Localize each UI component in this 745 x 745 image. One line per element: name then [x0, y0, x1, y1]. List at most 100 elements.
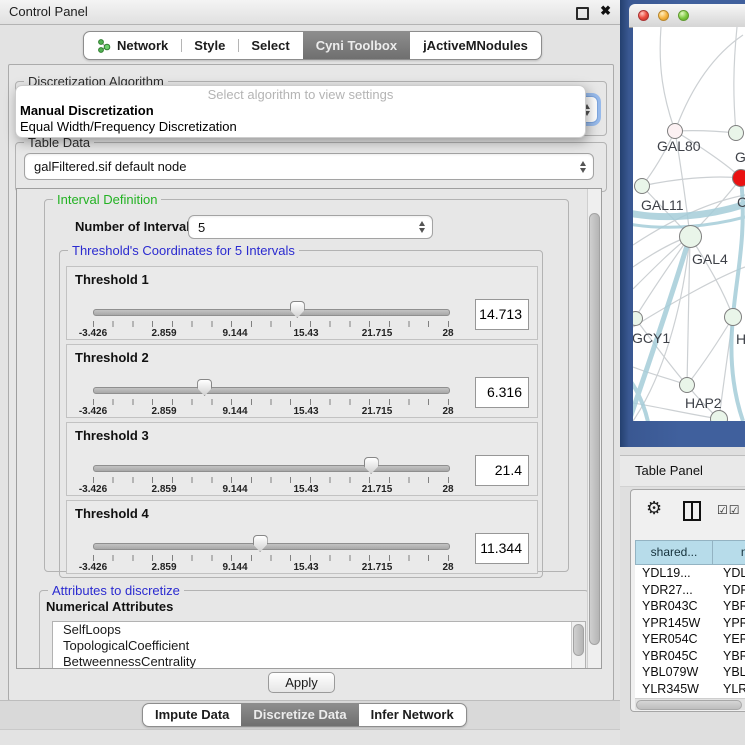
scale-tick-label: 9.144: [222, 328, 247, 339]
attribute-list-item[interactable]: BetweennessCentrality: [53, 654, 585, 669]
table-cell[interactable]: YDL19...: [635, 565, 713, 582]
mac-close-button[interactable]: [638, 10, 649, 21]
tab-cyni-toolbox[interactable]: Cyni Toolbox: [303, 32, 410, 59]
table-cell[interactable]: YLR345W: [635, 681, 713, 698]
threshold-slider-track[interactable]: [93, 387, 450, 394]
attributes-scrollbar[interactable]: [571, 622, 585, 668]
cyni-bottom-tabs: Impute Data Discretize Data Infer Networ…: [142, 703, 467, 727]
tab-style[interactable]: Style: [181, 32, 238, 59]
control-panel: Control Panel ✖ Network Style Select: [0, 0, 620, 745]
table-cell[interactable]: YBR043C: [635, 598, 713, 615]
network-node[interactable]: [634, 178, 650, 194]
table-cell[interactable]: YBL0: [713, 664, 745, 681]
table-cell[interactable]: YPR145W: [635, 615, 713, 632]
tab-jactivemnodules[interactable]: jActiveMNodules: [410, 32, 541, 59]
table-cell[interactable]: YBR0: [713, 648, 745, 665]
number-of-intervals-combobox[interactable]: 5: [188, 215, 433, 239]
network-node[interactable]: [633, 311, 643, 326]
split-columns-icon[interactable]: [683, 501, 701, 521]
threshold-panel: Threshold 4 -3.4262.8599.14415.4321.7152…: [66, 500, 538, 574]
network-canvas[interactable]: GAL80GACGAL11GAL4GCY1HHAP2: [633, 27, 745, 421]
close-icon[interactable]: ✖: [600, 3, 611, 19]
table-cell[interactable]: YBL079W: [635, 664, 713, 681]
table-row[interactable]: YBR043CYBR0: [635, 598, 745, 615]
mac-minimize-button[interactable]: [658, 10, 669, 21]
algorithm-option-manual[interactable]: Manual Discretization: [16, 103, 585, 119]
network-node[interactable]: [667, 123, 683, 139]
network-node-label: HAP2: [685, 395, 722, 411]
column-header-name[interactable]: na: [713, 540, 745, 565]
apply-button[interactable]: Apply: [268, 672, 335, 693]
scale-tick-label: 28: [442, 562, 453, 573]
control-panel-title: Control Panel: [9, 4, 88, 19]
numerical-attributes-list[interactable]: SelfLoopsTopologicalCoefficientBetweenne…: [52, 621, 586, 669]
tab-select[interactable]: Select: [238, 32, 302, 59]
tab-discretize-data[interactable]: Discretize Data: [241, 704, 358, 726]
table-data-group: Table Data galFiltered.sif default node: [15, 142, 607, 192]
threshold-value-field[interactable]: 21.4: [475, 455, 529, 486]
table-cell[interactable]: YER0: [713, 631, 745, 648]
threshold-value-field[interactable]: 6.316: [475, 377, 529, 408]
tab-infer-network[interactable]: Infer Network: [359, 704, 466, 726]
table-horizontal-scrollbar-thumb[interactable]: [636, 700, 742, 710]
threshold-value-field[interactable]: 11.344: [475, 533, 529, 564]
scale-tick-label: 9.144: [222, 484, 247, 495]
table-cell[interactable]: YDL1: [713, 565, 745, 582]
tab-select-label: Select: [251, 32, 289, 59]
settings-scrollbar[interactable]: [587, 189, 601, 668]
cyni-toolbox-panel: Discretization Algorithm Select algorith…: [8, 64, 614, 701]
attributes-scrollbar-thumb[interactable]: [573, 624, 584, 656]
column-header-shared-name[interactable]: shared...: [635, 540, 713, 565]
table-rows: YDL19...YDL1YDR27...YDR2YBR043CYBR0YPR14…: [635, 565, 745, 699]
table-row[interactable]: YDR27...YDR2: [635, 582, 745, 599]
threshold-slider-track[interactable]: [93, 543, 450, 550]
network-node[interactable]: [732, 169, 745, 187]
scale-tick-label: 2.859: [151, 406, 176, 417]
table-data-combobox-value: galFiltered.sif default node: [34, 154, 186, 179]
scale-tick-label: 21.715: [362, 406, 393, 417]
network-node[interactable]: [724, 308, 742, 326]
select-columns-icon[interactable]: ☑☑: [717, 503, 741, 517]
table-row[interactable]: YBL079WYBL0: [635, 664, 745, 681]
table-row[interactable]: YLR345WYLR3: [635, 681, 745, 698]
scale-tick-label: -3.426: [79, 328, 107, 339]
gear-icon[interactable]: ⚙: [646, 498, 662, 519]
threshold-slider-track[interactable]: [93, 465, 450, 472]
tab-network[interactable]: Network: [84, 32, 181, 59]
table-row[interactable]: YBR045CYBR0: [635, 648, 745, 665]
control-panel-titlebar: Control Panel ✖: [0, 0, 620, 25]
attribute-list-item[interactable]: SelfLoops: [53, 622, 585, 638]
settings-scrollbar-thumb[interactable]: [589, 213, 600, 645]
network-node[interactable]: [679, 377, 695, 393]
table-cell[interactable]: YBR045C: [635, 648, 713, 665]
network-node[interactable]: [710, 410, 728, 421]
table-row[interactable]: YPR145WYPR1: [635, 615, 745, 632]
network-window-titlebar: [629, 4, 745, 28]
network-node[interactable]: [679, 225, 702, 248]
scale-tick-label: 9.144: [222, 406, 247, 417]
scale-tick-label: 9.144: [222, 562, 247, 573]
table-cell[interactable]: YLR3: [713, 681, 745, 698]
table-row[interactable]: YDL19...YDL1: [635, 565, 745, 582]
tab-impute-data[interactable]: Impute Data: [143, 704, 241, 726]
float-window-icon[interactable]: [576, 7, 589, 20]
algorithm-option-equal-width[interactable]: Equal Width/Frequency Discretization: [16, 119, 585, 135]
mac-zoom-button[interactable]: [678, 10, 689, 21]
table-horizontal-scrollbar[interactable]: [635, 698, 745, 710]
scale-tick-label: 2.859: [151, 328, 176, 339]
table-row[interactable]: YER054CYER0: [635, 631, 745, 648]
network-node-label: H: [736, 331, 745, 347]
table-data-combobox[interactable]: galFiltered.sif default node: [24, 153, 594, 180]
table-cell[interactable]: YBR0: [713, 598, 745, 615]
table-cell[interactable]: YPR1: [713, 615, 745, 632]
tab-cyni-toolbox-label: Cyni Toolbox: [316, 32, 397, 59]
table-cell[interactable]: YER054C: [635, 631, 713, 648]
table-cell[interactable]: YDR27...: [635, 582, 713, 599]
attribute-list-item[interactable]: TopologicalCoefficient: [53, 638, 585, 654]
interval-definition-group: Interval Definition Number of Intervals …: [44, 199, 569, 572]
table-cell[interactable]: YDR2: [713, 582, 745, 599]
threshold-slider-track[interactable]: [93, 309, 450, 316]
control-panel-tabs: Network Style Select Cyni Toolbox jActiv…: [83, 31, 542, 60]
network-node[interactable]: [728, 125, 744, 141]
threshold-value-field[interactable]: 14.713: [475, 299, 529, 330]
